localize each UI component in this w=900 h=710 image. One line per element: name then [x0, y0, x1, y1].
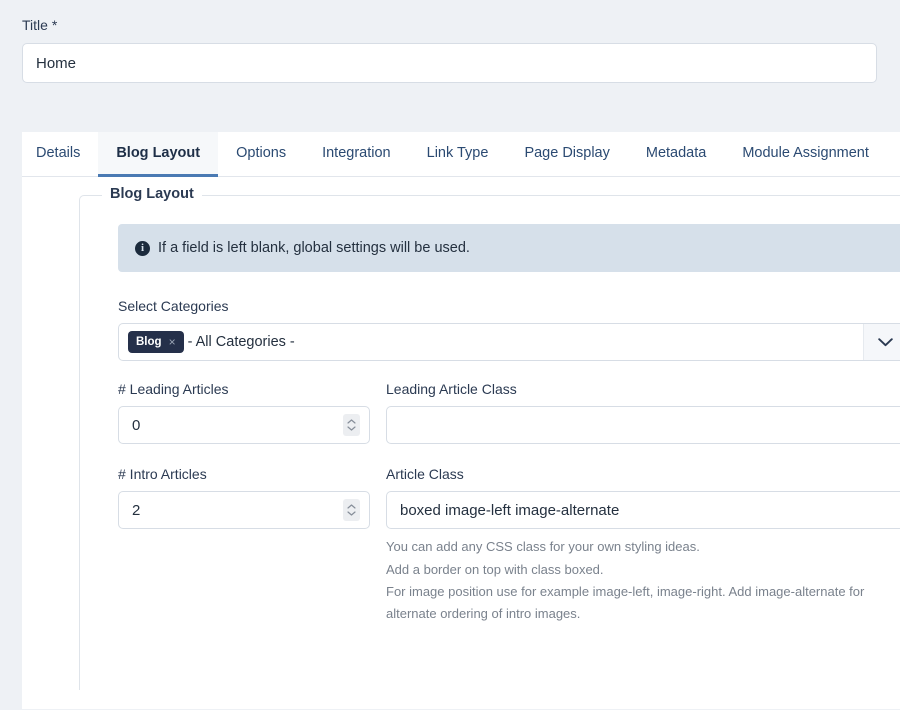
leading-articles-wrap: 0 — [118, 406, 370, 445]
info-circle-icon: i — [135, 240, 150, 256]
leading-article-class-label: Leading Article Class — [386, 381, 517, 398]
help-line-3: For image position use for example image… — [386, 583, 865, 622]
info-alert-text: If a field is left blank, global setting… — [158, 240, 470, 257]
fieldset-legend: Blog Layout — [102, 186, 202, 203]
select-categories-input[interactable]: Blog × - All Categories - — [118, 323, 900, 362]
intro-articles-field: # Intro Articles 2 — [118, 466, 370, 625]
leading-articles-label: # Leading Articles — [118, 381, 229, 398]
tab-blog-layout[interactable]: Blog Layout — [98, 132, 219, 178]
tab-page-display[interactable]: Page Display — [506, 132, 627, 177]
leading-articles-field: # Leading Articles 0 — [118, 381, 370, 445]
chevron-down-icon[interactable] — [863, 324, 900, 361]
article-class-field: Article Class boxed image-left image-alt… — [386, 466, 900, 625]
intro-articles-wrap: 2 — [118, 491, 370, 530]
blog-layout-fieldset: Blog Layout i If a field is left blank, … — [79, 186, 900, 691]
fieldset-content: i If a field is left blank, global setti… — [80, 196, 900, 625]
intro-articles-input[interactable]: 2 — [118, 491, 370, 530]
intro-articles-grid: # Intro Articles 2 Article Class boxed i… — [118, 466, 900, 625]
article-class-label: Article Class — [386, 466, 464, 483]
tab-metadata[interactable]: Metadata — [628, 132, 724, 177]
chip-remove-icon[interactable]: × — [169, 335, 176, 349]
select-categories-row: Select Categories Blog × - All Categorie… — [118, 298, 900, 362]
tab-link-type[interactable]: Link Type — [409, 132, 507, 177]
chip-label: Blog — [136, 336, 162, 349]
title-label: Title * — [22, 17, 58, 33]
panel-gap — [0, 83, 900, 132]
category-chip-blog[interactable]: Blog × — [128, 331, 184, 354]
leading-articles-grid: # Leading Articles 0 Leading Article Cla… — [118, 381, 900, 445]
tab-body: Blog Layout i If a field is left blank, … — [22, 186, 900, 691]
select-categories-placeholder: - All Categories - — [187, 334, 295, 351]
tab-integration[interactable]: Integration — [304, 132, 409, 177]
help-line-1: You can add any CSS class for your own s… — [386, 539, 700, 555]
tab-options[interactable]: Options — [218, 132, 304, 177]
article-class-input[interactable]: boxed image-left image-alternate — [386, 491, 900, 530]
leading-article-class-field: Leading Article Class — [386, 381, 900, 445]
info-alert: i If a field is left blank, global setti… — [118, 224, 900, 273]
title-input[interactable]: Home — [22, 43, 877, 84]
tab-details[interactable]: Details — [22, 132, 98, 177]
article-class-help: You can add any CSS class for your own s… — [386, 536, 896, 625]
tab-panel: Details Blog Layout Options Integration … — [22, 132, 900, 710]
tab-module-assignment[interactable]: Module Assignment — [724, 132, 887, 177]
tab-strip: Details Blog Layout Options Integration … — [22, 132, 900, 178]
intro-articles-label: # Intro Articles — [118, 466, 207, 483]
leading-articles-stepper[interactable] — [343, 414, 360, 437]
intro-articles-stepper[interactable] — [343, 499, 360, 522]
title-panel: Title * Home — [0, 0, 900, 84]
leading-article-class-input[interactable] — [386, 406, 900, 445]
help-line-2: Add a border on top with class boxed. — [386, 561, 604, 577]
leading-articles-input[interactable]: 0 — [118, 406, 370, 445]
select-categories-label: Select Categories — [118, 298, 229, 315]
